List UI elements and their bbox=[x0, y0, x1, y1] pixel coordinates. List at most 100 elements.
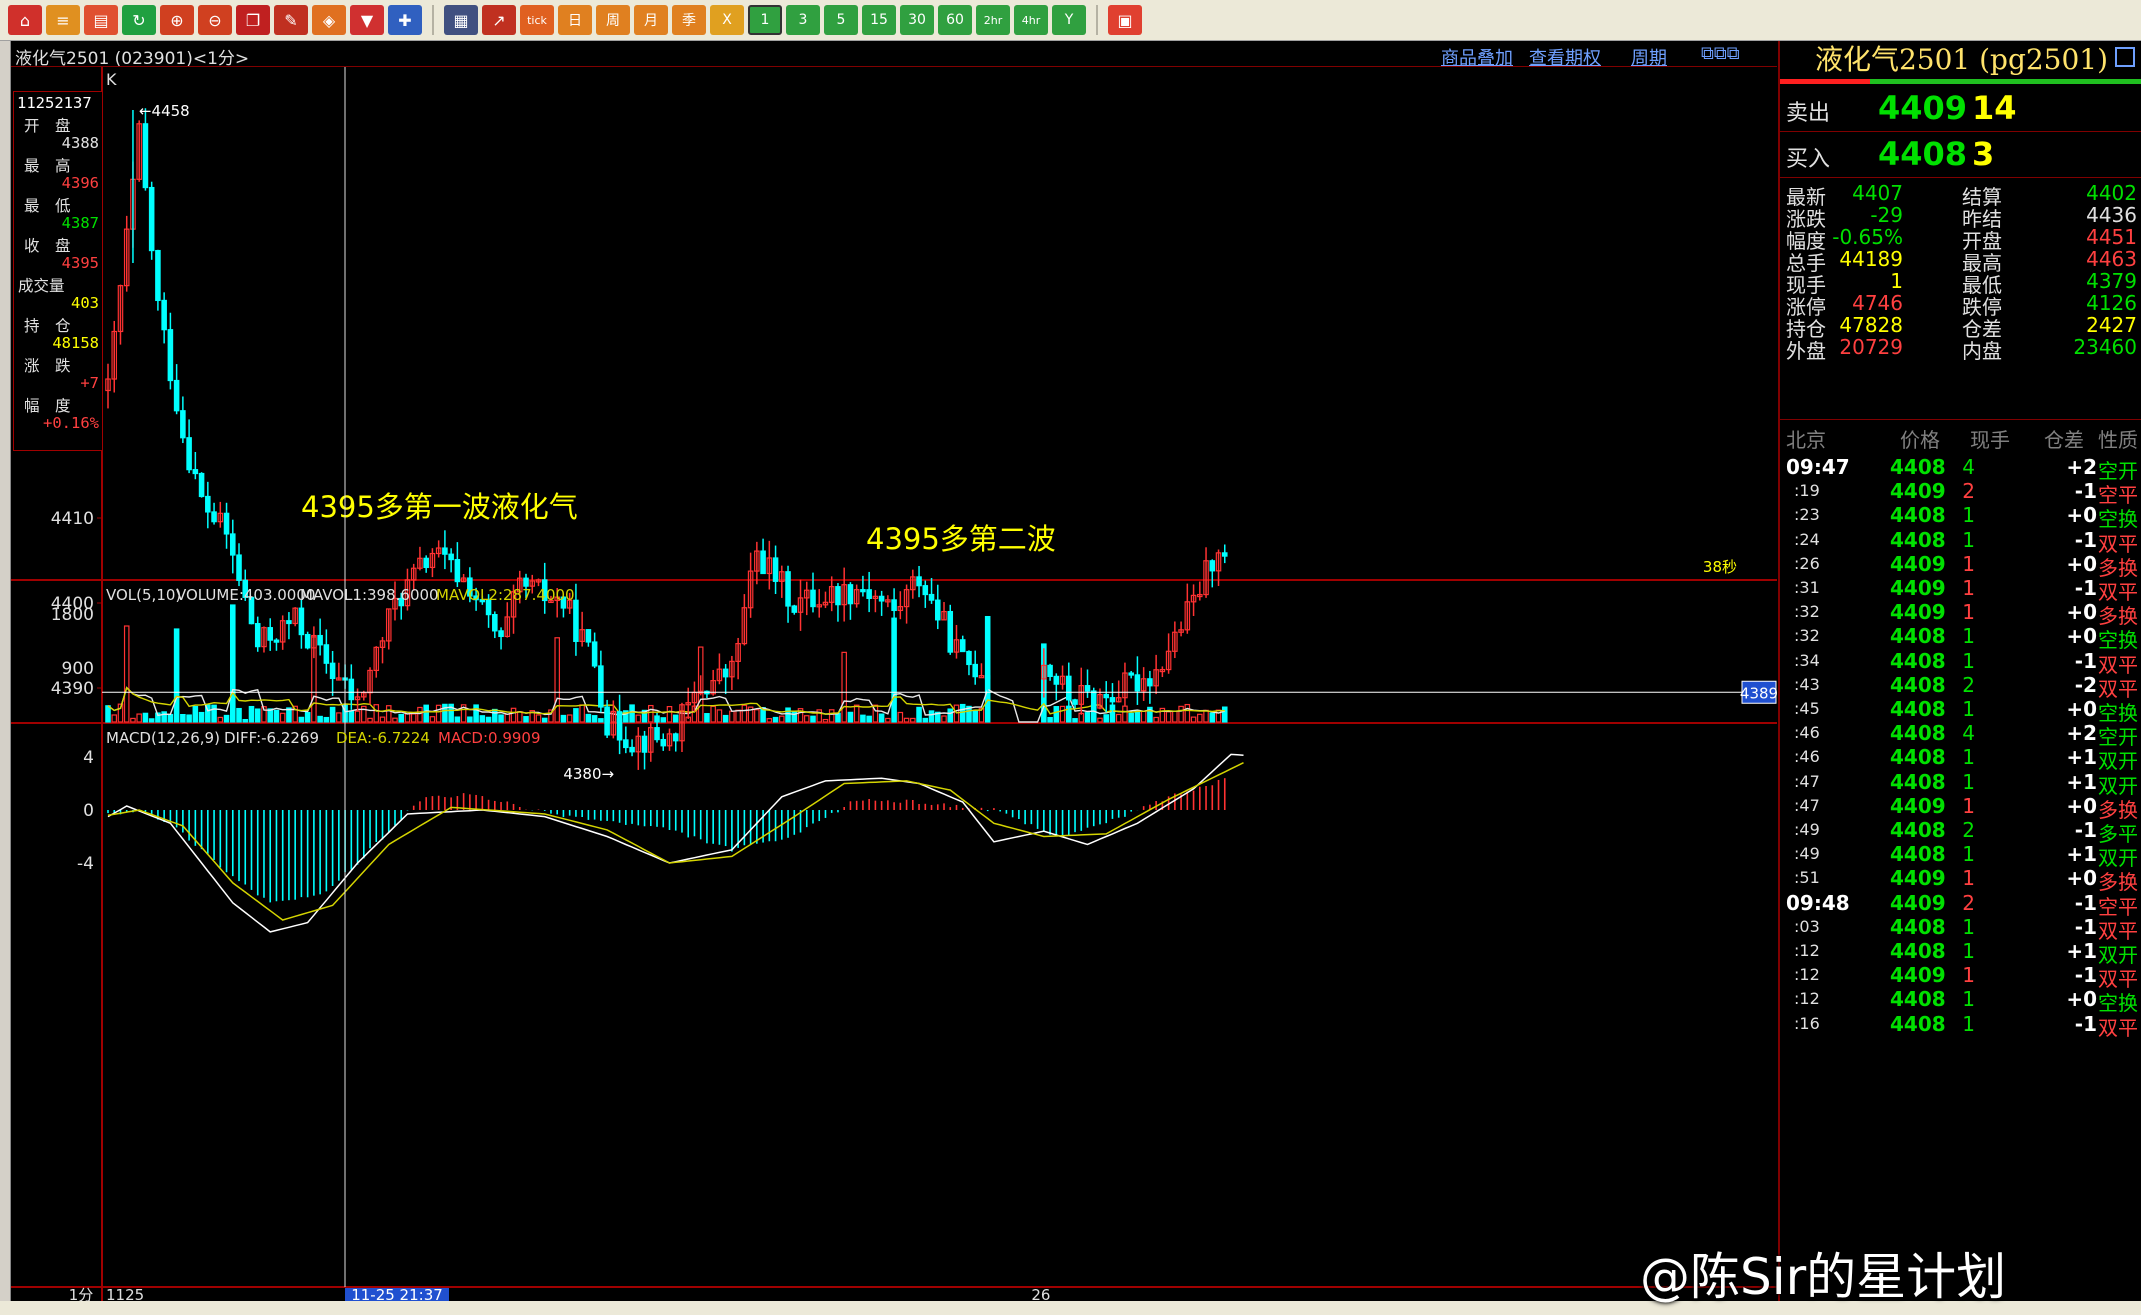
period-quarter-button[interactable]: 季 bbox=[672, 5, 706, 35]
stat-value: 4126 bbox=[2086, 291, 2137, 315]
period-5min-button[interactable]: 5 bbox=[824, 5, 858, 35]
period-3min-button[interactable]: 3 bbox=[786, 5, 820, 35]
volume-bar bbox=[273, 709, 280, 723]
tick-oi: -1 bbox=[2074, 1011, 2097, 1036]
volume-bar bbox=[591, 715, 598, 723]
candle-body bbox=[229, 533, 236, 556]
candle-body bbox=[1084, 685, 1091, 692]
candle-body bbox=[298, 607, 305, 636]
volume-bar bbox=[229, 604, 236, 723]
stat-value: 4379 bbox=[2086, 269, 2137, 293]
tick-oi: +0 bbox=[2066, 866, 2097, 891]
candle-body bbox=[878, 595, 885, 602]
price-tick-label: 4410 bbox=[51, 509, 94, 529]
period-month-button[interactable]: 月 bbox=[634, 5, 668, 35]
screen-icon[interactable]: ▣ bbox=[1108, 5, 1142, 35]
period-30min-button[interactable]: 30 bbox=[900, 5, 934, 35]
tick-oi: -1 bbox=[2074, 648, 2097, 673]
period-year-button[interactable]: Y bbox=[1052, 5, 1086, 35]
candle-body bbox=[180, 410, 186, 439]
tick-volume: 4 bbox=[1962, 721, 1975, 746]
tick-oi: +0 bbox=[2066, 551, 2097, 576]
volume-bar bbox=[454, 716, 461, 723]
volume-bar bbox=[928, 710, 935, 723]
layout-icons[interactable]: ⧉⧉⧉ bbox=[1701, 43, 1740, 64]
zoom-out-icon[interactable]: ⊖ bbox=[198, 5, 232, 35]
zoom-in-icon[interactable]: ⊕ bbox=[160, 5, 194, 35]
paint-icon[interactable]: ◈ bbox=[312, 5, 346, 35]
tick-time: :49 bbox=[1794, 820, 1820, 839]
period-2hr-button[interactable]: 2hr bbox=[976, 5, 1010, 35]
volume-bar bbox=[585, 713, 592, 723]
period-60min-button[interactable]: 60 bbox=[938, 5, 972, 35]
tick-time: 09:48 bbox=[1786, 890, 1850, 915]
tick-time: :26 bbox=[1794, 553, 1820, 573]
tick-oi: -1 bbox=[2074, 890, 2097, 915]
tick-volume: 1 bbox=[1962, 527, 1975, 552]
news-icon[interactable]: ✚ bbox=[388, 5, 422, 35]
volume-bar bbox=[866, 715, 872, 723]
volume-bar bbox=[916, 706, 922, 723]
tick-time: :24 bbox=[1794, 529, 1820, 549]
candle-body bbox=[198, 472, 205, 498]
tick-volume: 1 bbox=[1962, 939, 1975, 963]
candle-body bbox=[1047, 664, 1053, 678]
stat-value: 2427 bbox=[2086, 313, 2137, 337]
candle-body bbox=[654, 727, 660, 741]
close-x-button[interactable]: X bbox=[710, 5, 744, 35]
volume-bar bbox=[947, 708, 954, 723]
candle-body bbox=[348, 678, 355, 701]
volume-bar bbox=[223, 714, 230, 723]
volume-bar bbox=[810, 715, 816, 723]
candle-body bbox=[641, 735, 648, 753]
candle-body bbox=[236, 554, 242, 581]
window-icon[interactable]: ❐ bbox=[236, 5, 270, 35]
function-icon[interactable]: ▤ bbox=[84, 5, 118, 35]
home-icon[interactable]: ⌂ bbox=[8, 5, 42, 35]
tick-button[interactable]: tick bbox=[520, 5, 554, 35]
refresh-icon[interactable]: ↻ bbox=[122, 5, 156, 35]
candle-body bbox=[934, 599, 941, 621]
period-1min-button[interactable]: 1 bbox=[748, 5, 782, 35]
stat-label: 外盘 bbox=[1786, 339, 1826, 363]
cursor-time-label: 11-25 21:37 bbox=[351, 1286, 443, 1301]
volume-bar bbox=[984, 615, 991, 723]
tick-volume: 1 bbox=[1962, 745, 1975, 770]
macd-dea-legend: DEA:-6.7224 bbox=[336, 729, 430, 747]
volume-bar bbox=[660, 717, 667, 723]
filter-icon[interactable]: ▼ bbox=[350, 5, 384, 35]
tick-price: 4408 bbox=[1890, 914, 1946, 939]
tick-header-oi: 仓差 bbox=[2044, 428, 2084, 452]
candle-body bbox=[329, 662, 336, 680]
chart-line-icon[interactable]: ↗ bbox=[482, 5, 516, 35]
tick-time: :46 bbox=[1794, 723, 1820, 743]
candle-body bbox=[585, 629, 592, 643]
period-label: 1分 bbox=[69, 1286, 94, 1301]
left-side-tabs[interactable] bbox=[0, 41, 11, 1301]
tick-volume: 2 bbox=[1962, 672, 1975, 697]
candle-body bbox=[772, 557, 779, 582]
volume-bar bbox=[1209, 712, 1216, 723]
tick-time: :16 bbox=[1794, 1013, 1820, 1033]
period-day-button[interactable]: 日 bbox=[558, 5, 592, 35]
period-week-button[interactable]: 周 bbox=[596, 5, 630, 35]
tick-oi: +2 bbox=[2066, 721, 2097, 746]
candle-body bbox=[161, 299, 167, 331]
volume-bar bbox=[1221, 706, 1228, 723]
table-view-icon[interactable]: ▦ bbox=[444, 5, 478, 35]
chart-area[interactable]: 4410 4400 4390 K ←4458 4380→ 4389 38秒 4395多第一波液化… bbox=[11, 47, 1778, 1304]
info-change: +7 bbox=[80, 374, 99, 392]
tick-oi: -1 bbox=[2074, 527, 2097, 552]
info-high-label: 最 高 bbox=[24, 157, 71, 175]
stock-list-icon[interactable]: ≡ bbox=[46, 5, 80, 35]
candle-body bbox=[604, 706, 610, 736]
period-15min-button[interactable]: 15 bbox=[862, 5, 896, 35]
pen-draw-icon[interactable]: ✎ bbox=[274, 5, 308, 35]
panel-toggle-icon[interactable] bbox=[2115, 47, 2135, 67]
period-4hr-button[interactable]: 4hr bbox=[1014, 5, 1048, 35]
tick-volume: 1 bbox=[1962, 503, 1975, 528]
candle-body bbox=[254, 623, 261, 648]
day-label: 26 bbox=[1031, 1286, 1050, 1301]
volume-tick-label: 900 bbox=[62, 659, 94, 679]
candle-body bbox=[760, 550, 766, 575]
